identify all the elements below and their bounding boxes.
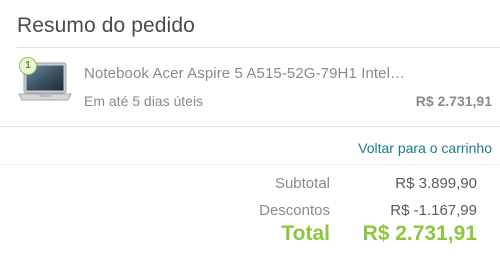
subtotal-value: R$ 3.899,90 bbox=[395, 175, 477, 192]
quantity-badge: 1 bbox=[19, 57, 37, 75]
total-label: Total bbox=[281, 222, 330, 245]
product-name[interactable]: Notebook Acer Aspire 5 A515-52G-79H1 Int… bbox=[84, 65, 405, 82]
divider bbox=[0, 164, 500, 165]
order-item-row: 1 Notebook Acer Aspire 5 A515-52G-79H1 I… bbox=[17, 48, 500, 126]
delivery-estimate: Em até 5 dias úteis bbox=[84, 93, 204, 109]
back-to-cart-link[interactable]: Voltar para o carrinho bbox=[358, 140, 492, 156]
discount-value: R$ -1.167,99 bbox=[390, 202, 477, 219]
order-summary-panel: Resumo do pedido 1 Notebook Acer Aspire … bbox=[0, 0, 500, 263]
item-price: R$ 2.731,91 bbox=[415, 93, 492, 109]
divider bbox=[0, 126, 500, 127]
discount-label: Descontos bbox=[259, 202, 330, 219]
order-summary-title: Resumo do pedido bbox=[17, 14, 195, 37]
total-value: R$ 2.731,91 bbox=[362, 222, 477, 245]
subtotal-label: Subtotal bbox=[274, 175, 330, 192]
